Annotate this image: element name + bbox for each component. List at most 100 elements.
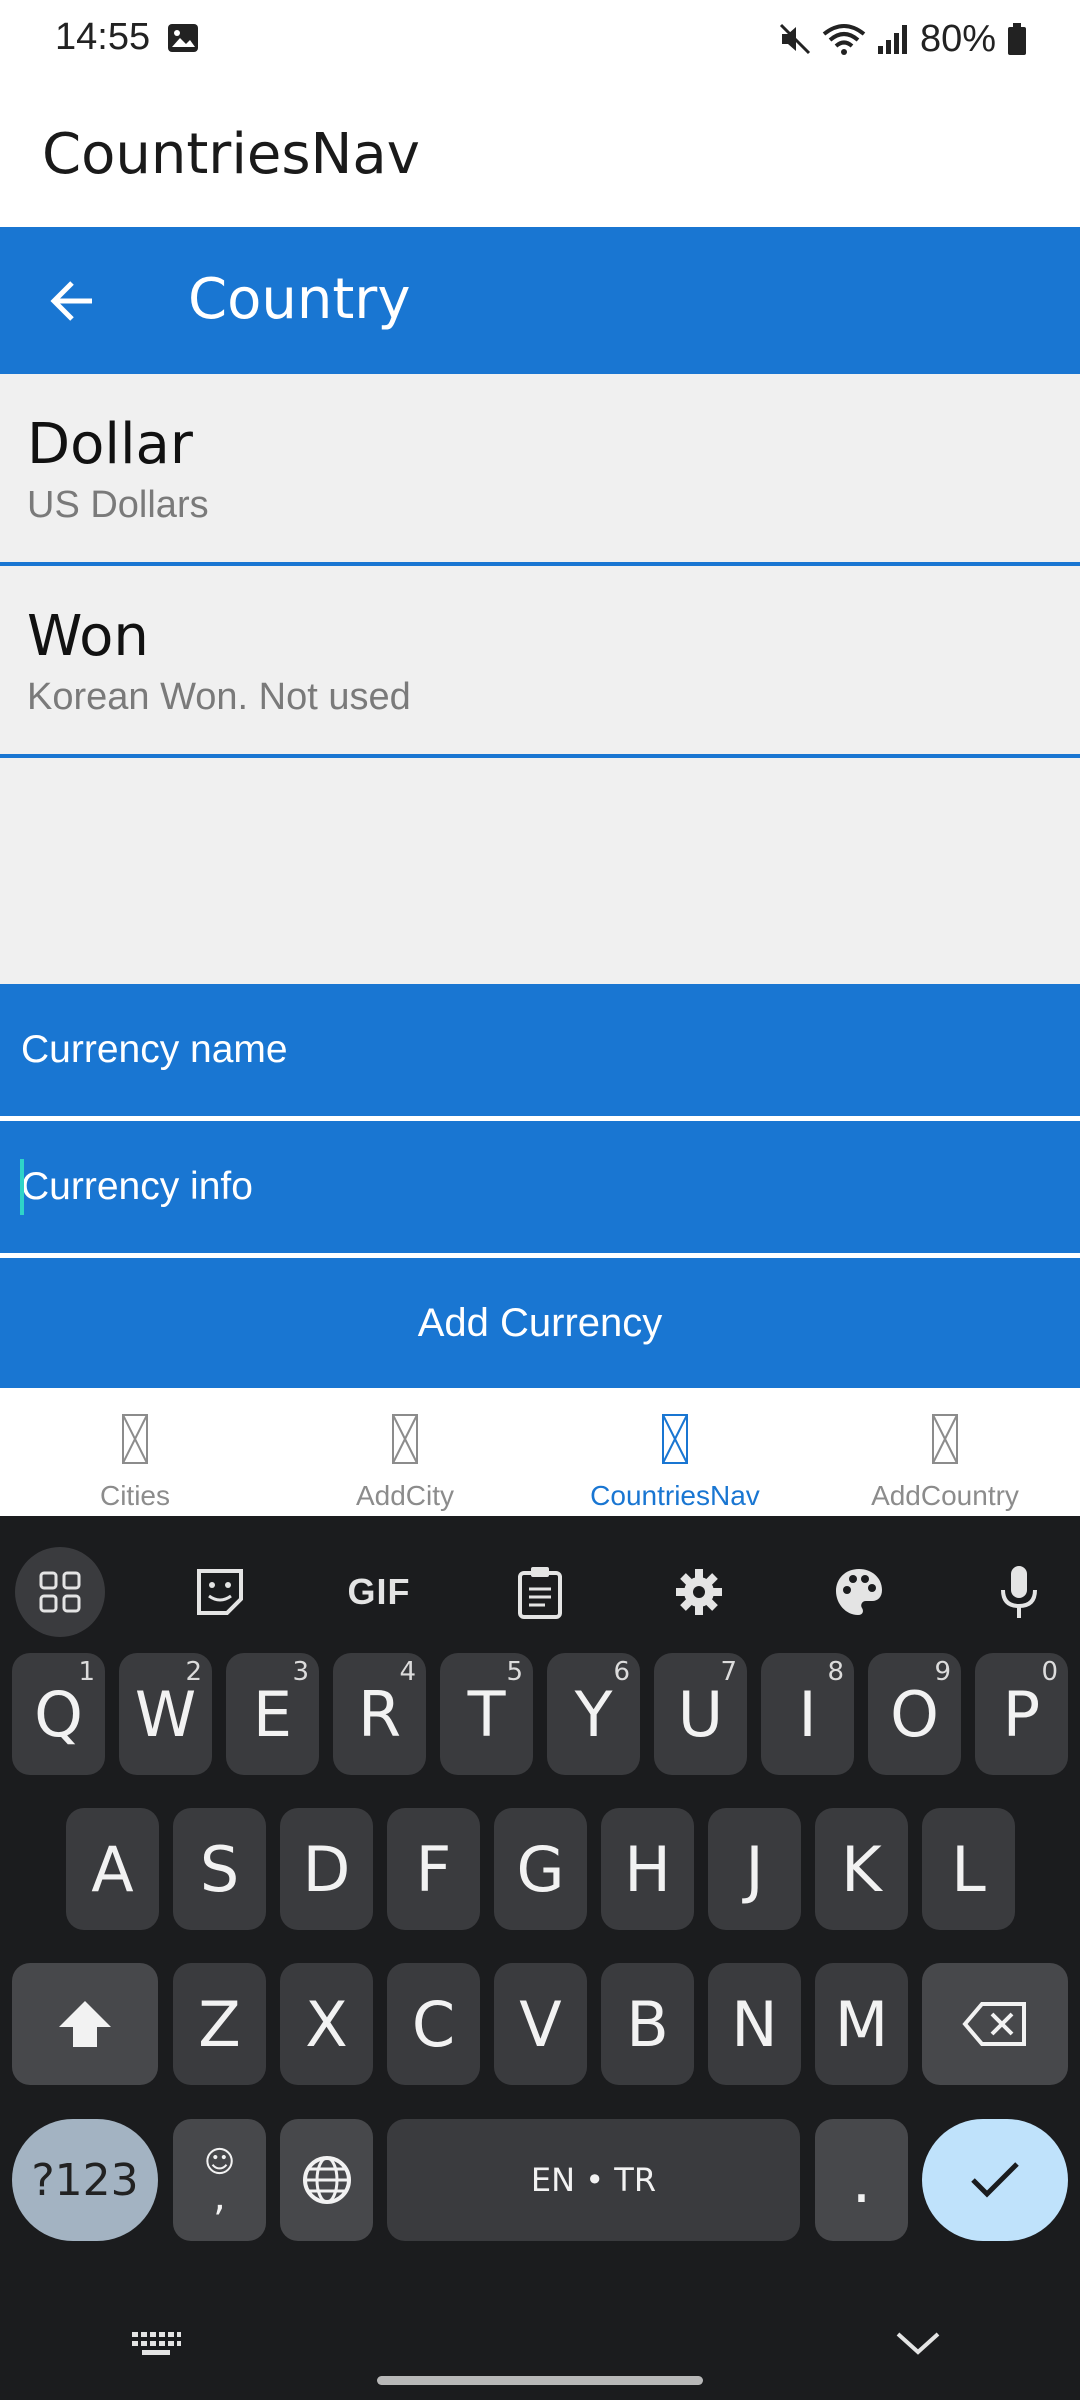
- tab-countriesnav[interactable]: CountriesNav: [540, 1388, 810, 1516]
- currency-name-field: [0, 984, 1080, 1116]
- home-indicator[interactable]: [377, 2376, 703, 2385]
- key-hint: 1: [78, 1657, 95, 1687]
- keyboard-nav-bar: [0, 2304, 1080, 2400]
- app-title: CountriesNav: [42, 122, 420, 187]
- shift-key[interactable]: [12, 1963, 158, 2085]
- grid-icon: [39, 1571, 81, 1613]
- key-label: N: [731, 1987, 778, 2061]
- list-item[interactable]: Won Korean Won. Not used: [0, 566, 1080, 758]
- hide-keyboard-switch-button[interactable]: [130, 2324, 182, 2364]
- key-p[interactable]: P0: [975, 1653, 1068, 1775]
- key-label: A: [91, 1832, 134, 1906]
- key-hint: 5: [506, 1657, 523, 1687]
- key-o[interactable]: O9: [868, 1653, 961, 1775]
- key-label: Z: [198, 1987, 241, 2061]
- key-label: C: [411, 1987, 456, 2061]
- key-label: E: [252, 1677, 293, 1751]
- clipboard-button[interactable]: [475, 1536, 605, 1648]
- key-label: J: [745, 1832, 764, 1906]
- key-b[interactable]: B: [601, 1963, 694, 2085]
- key-hint: 8: [827, 1657, 844, 1687]
- apps-grid-button[interactable]: [15, 1536, 105, 1648]
- currency-info-field: [0, 1121, 1080, 1253]
- key-label: R: [357, 1677, 402, 1751]
- key-hint: 0: [1041, 1657, 1058, 1687]
- key-hint: 3: [292, 1657, 309, 1687]
- currency-name: Won: [27, 604, 149, 669]
- key-t[interactable]: T5: [440, 1653, 533, 1775]
- clipboard-icon: [518, 1567, 562, 1619]
- voice-input-button[interactable]: [954, 1536, 1080, 1648]
- battery-icon: [1008, 23, 1026, 55]
- language-key[interactable]: [280, 2119, 373, 2241]
- status-icons: 80%: [778, 14, 1028, 64]
- currency-info: Korean Won. Not used: [27, 676, 411, 718]
- key-q[interactable]: Q1: [12, 1653, 105, 1775]
- currency-list: Dollar US Dollars Won Korean Won. Not us…: [0, 374, 1080, 984]
- wifi-icon: [822, 24, 866, 55]
- page-title: Country: [188, 267, 411, 332]
- currency-name-input[interactable]: [0, 984, 1080, 1116]
- key-w[interactable]: W2: [119, 1653, 212, 1775]
- status-bar: 14:55 80%: [0, 0, 1080, 78]
- key-j[interactable]: J: [708, 1808, 801, 1930]
- key-x[interactable]: X: [280, 1963, 373, 2085]
- key-v[interactable]: V: [494, 1963, 587, 2085]
- comma-key[interactable]: ☺ ,: [173, 2119, 266, 2241]
- symbols-key[interactable]: ?123: [12, 2119, 158, 2241]
- key-a[interactable]: A: [66, 1808, 159, 1930]
- keyboard-icon: [132, 2332, 181, 2355]
- key-h[interactable]: H: [601, 1808, 694, 1930]
- currency-info: US Dollars: [27, 484, 209, 526]
- key-n[interactable]: N: [708, 1963, 801, 2085]
- key-m[interactable]: M: [815, 1963, 908, 2085]
- sticker-button[interactable]: [155, 1536, 285, 1648]
- key-label: I: [798, 1677, 817, 1751]
- key-s[interactable]: S: [173, 1808, 266, 1930]
- tab-cities[interactable]: Cities: [0, 1388, 270, 1516]
- settings-button[interactable]: [634, 1536, 764, 1648]
- enter-key[interactable]: [922, 2119, 1068, 2241]
- tab-addcity[interactable]: AddCity: [270, 1388, 540, 1516]
- key-k[interactable]: K: [815, 1808, 908, 1930]
- period-key[interactable]: .: [815, 2119, 908, 2241]
- key-label: K: [841, 1832, 882, 1906]
- battery-percent: 80%: [919, 17, 996, 60]
- back-button[interactable]: [30, 259, 114, 343]
- key-f[interactable]: F: [387, 1808, 480, 1930]
- backspace-key[interactable]: [922, 1963, 1068, 2085]
- chevron-down-icon: [896, 2332, 940, 2355]
- key-y[interactable]: Y6: [547, 1653, 640, 1775]
- placeholder-icon: [932, 1414, 958, 1464]
- status-time: 14:55: [55, 16, 151, 58]
- bottom-navigation: Cities AddCity CountriesNav AddCountry: [0, 1388, 1080, 1516]
- list-item[interactable]: Dollar US Dollars: [0, 374, 1080, 566]
- text-cursor: [20, 1159, 24, 1215]
- key-label: B: [626, 1987, 669, 2061]
- tab-label: Cities: [99, 1480, 170, 1511]
- key-r[interactable]: R4: [333, 1653, 426, 1775]
- tab-label: AddCity: [355, 1480, 455, 1511]
- placeholder-icon: [662, 1414, 688, 1464]
- key-e[interactable]: E3: [226, 1653, 319, 1775]
- add-currency-button[interactable]: Add Currency: [0, 1258, 1080, 1388]
- mute-icon: [779, 23, 810, 55]
- key-u[interactable]: U7: [654, 1653, 747, 1775]
- placeholder-icon: [392, 1414, 418, 1464]
- key-c[interactable]: C: [387, 1963, 480, 2085]
- space-key[interactable]: EN • TR: [387, 2119, 800, 2241]
- key-d[interactable]: D: [280, 1808, 373, 1930]
- key-label: T: [467, 1677, 506, 1751]
- theme-button[interactable]: [794, 1536, 924, 1648]
- key-g[interactable]: G: [494, 1808, 587, 1930]
- key-z[interactable]: Z: [173, 1963, 266, 2085]
- collapse-keyboard-button[interactable]: [894, 2328, 942, 2358]
- key-label: F: [415, 1832, 452, 1906]
- currency-info-input[interactable]: [0, 1121, 1080, 1253]
- key-i[interactable]: I8: [761, 1653, 854, 1775]
- key-l[interactable]: L: [922, 1808, 1015, 1930]
- key-hint: 2: [185, 1657, 202, 1687]
- gif-button[interactable]: GIF: [314, 1536, 444, 1648]
- key-label: V: [519, 1987, 562, 2061]
- tab-addcountry[interactable]: AddCountry: [810, 1388, 1080, 1516]
